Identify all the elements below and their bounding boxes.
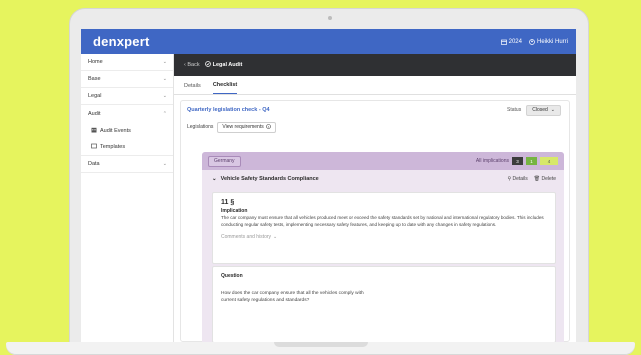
- top-bar: denxpert 2024 Heikki Hurri: [81, 29, 576, 54]
- legislations-row: Legislations View requirements: [181, 119, 569, 135]
- chevron-down-icon: ⌄: [162, 59, 167, 65]
- sidebar-item-label: Audit Events: [100, 127, 131, 134]
- requirement-card: Germany All implications 3 1 4 ⌄ Vehicle…: [202, 152, 564, 342]
- chevron-down-icon: ⌄: [550, 107, 555, 113]
- sidebar-item-legal[interactable]: Legal ⌄: [81, 88, 173, 105]
- implication-count-badge: 3: [512, 157, 523, 165]
- sidebar-item-label: Home: [88, 59, 103, 65]
- laptop-notch: [274, 342, 368, 347]
- implication-text: The car company must ensure that all veh…: [221, 215, 544, 227]
- chevron-down-icon: ⌄: [212, 176, 217, 182]
- requirement-card-header: Germany All implications 3 1 4: [202, 152, 564, 170]
- details-button[interactable]: ⚲ Details: [507, 176, 527, 182]
- comments-toggle[interactable]: Comments and history ⌄: [221, 234, 547, 240]
- status-group: Status Closed ⌄: [507, 104, 561, 116]
- page-title-text: Legal Audit: [212, 62, 243, 68]
- user-icon: [529, 38, 535, 45]
- sidebar-item-base[interactable]: Base ⌄: [81, 71, 173, 88]
- chevron-down-icon: ⌄: [162, 76, 167, 82]
- sidebar-item-data[interactable]: Data ⌄: [81, 156, 173, 173]
- section-number: 11 §: [221, 199, 235, 206]
- view-requirements-button[interactable]: View requirements: [217, 121, 276, 133]
- implication-count-badge: 1: [526, 157, 537, 165]
- implication-count-badge: 4: [540, 157, 558, 165]
- chevron-down-icon: ⌄: [273, 234, 278, 241]
- implication-box: 11 § Implication The car company must en…: [212, 192, 556, 264]
- checklist-title[interactable]: Quarterly legislation check - Q4: [187, 107, 270, 113]
- requirement-title-text: Vehicle Safety Standards Compliance: [220, 176, 319, 182]
- sidebar: Home ⌄ Base ⌄ Legal ⌄ Audit ⌃ Audit Even…: [81, 54, 174, 342]
- sidebar-item-label: Base: [88, 76, 101, 82]
- audit-icon: [204, 61, 211, 69]
- back-label: Back: [187, 62, 200, 68]
- user-name: Heikki Hurri: [536, 38, 568, 45]
- back-button[interactable]: ‹ Back: [184, 62, 200, 68]
- question-heading: Question: [221, 273, 243, 279]
- sidebar-item-label: Data: [88, 161, 100, 167]
- sidebar-item-home[interactable]: Home ⌄: [81, 54, 173, 71]
- question-text: How does the car company ensure that all…: [221, 291, 364, 303]
- webcam-icon: [328, 16, 332, 20]
- calendar-grid-icon: [91, 127, 97, 135]
- requirement-title[interactable]: ⌄ Vehicle Safety Standards Compliance: [212, 176, 319, 182]
- details-label: Details: [512, 176, 528, 182]
- template-icon: [91, 143, 97, 151]
- user-menu[interactable]: Heikki Hurri: [529, 39, 568, 45]
- sidebar-item-label: Templates: [100, 144, 126, 150]
- breadcrumb: ‹ Back Legal Audit: [174, 54, 576, 76]
- status-dropdown[interactable]: Closed ⌄: [526, 104, 561, 116]
- comments-label: Comments and history: [221, 234, 272, 241]
- country-tag[interactable]: Germany: [208, 155, 241, 167]
- requirement-title-row: ⌄ Vehicle Safety Standards Compliance ⚲ …: [202, 170, 564, 188]
- delete-label: Delete: [541, 176, 556, 182]
- app-screen: denxpert 2024 Heikki Hurri Home ⌄ Base ⌄: [81, 29, 576, 342]
- question-box: Question How does the car company ensure…: [212, 266, 556, 342]
- tab-checklist[interactable]: Checklist: [212, 82, 238, 94]
- tab-details[interactable]: Details: [184, 83, 201, 94]
- implications-label: All implications: [475, 158, 509, 164]
- chevron-up-icon: ⌃: [162, 110, 167, 117]
- chevron-down-icon: ⌄: [162, 161, 167, 167]
- sidebar-item-audit-events[interactable]: Audit Events: [81, 122, 173, 139]
- page-title: Legal Audit: [204, 61, 243, 69]
- calendar-icon: [500, 39, 507, 45]
- sidebar-item-templates[interactable]: Templates: [81, 139, 173, 156]
- main-content: ‹ Back Legal Audit Details Checklist Qua…: [174, 54, 576, 342]
- topbar-right: 2024 Heikki Hurri: [500, 38, 568, 45]
- requirement-actions: ⚲ Details 🗑 Delete: [507, 176, 556, 182]
- status-label: Status: [507, 107, 522, 113]
- app-logo[interactable]: denxpert: [93, 34, 150, 49]
- chevron-down-icon: ⌄: [162, 93, 167, 99]
- checklist-header: Quarterly legislation check - Q4 Status …: [181, 101, 569, 119]
- info-icon: [265, 123, 271, 131]
- sidebar-item-label: Audit: [88, 110, 101, 117]
- tab-bar: Details Checklist: [174, 76, 576, 95]
- view-requirements-label: View requirements: [222, 124, 264, 130]
- year-selector[interactable]: 2024: [500, 38, 522, 45]
- sidebar-item-audit[interactable]: Audit ⌃: [81, 105, 173, 122]
- implication-heading: Implication: [221, 208, 248, 214]
- status-value: Closed: [532, 107, 548, 113]
- implications-summary: All implications 3 1 4: [476, 157, 558, 165]
- legislations-label: Legislations: [187, 124, 214, 130]
- year-label: 2024: [508, 38, 522, 45]
- checklist-panel: Quarterly legislation check - Q4 Status …: [180, 100, 570, 342]
- sidebar-item-label: Legal: [88, 93, 102, 99]
- delete-button[interactable]: 🗑 Delete: [534, 176, 556, 182]
